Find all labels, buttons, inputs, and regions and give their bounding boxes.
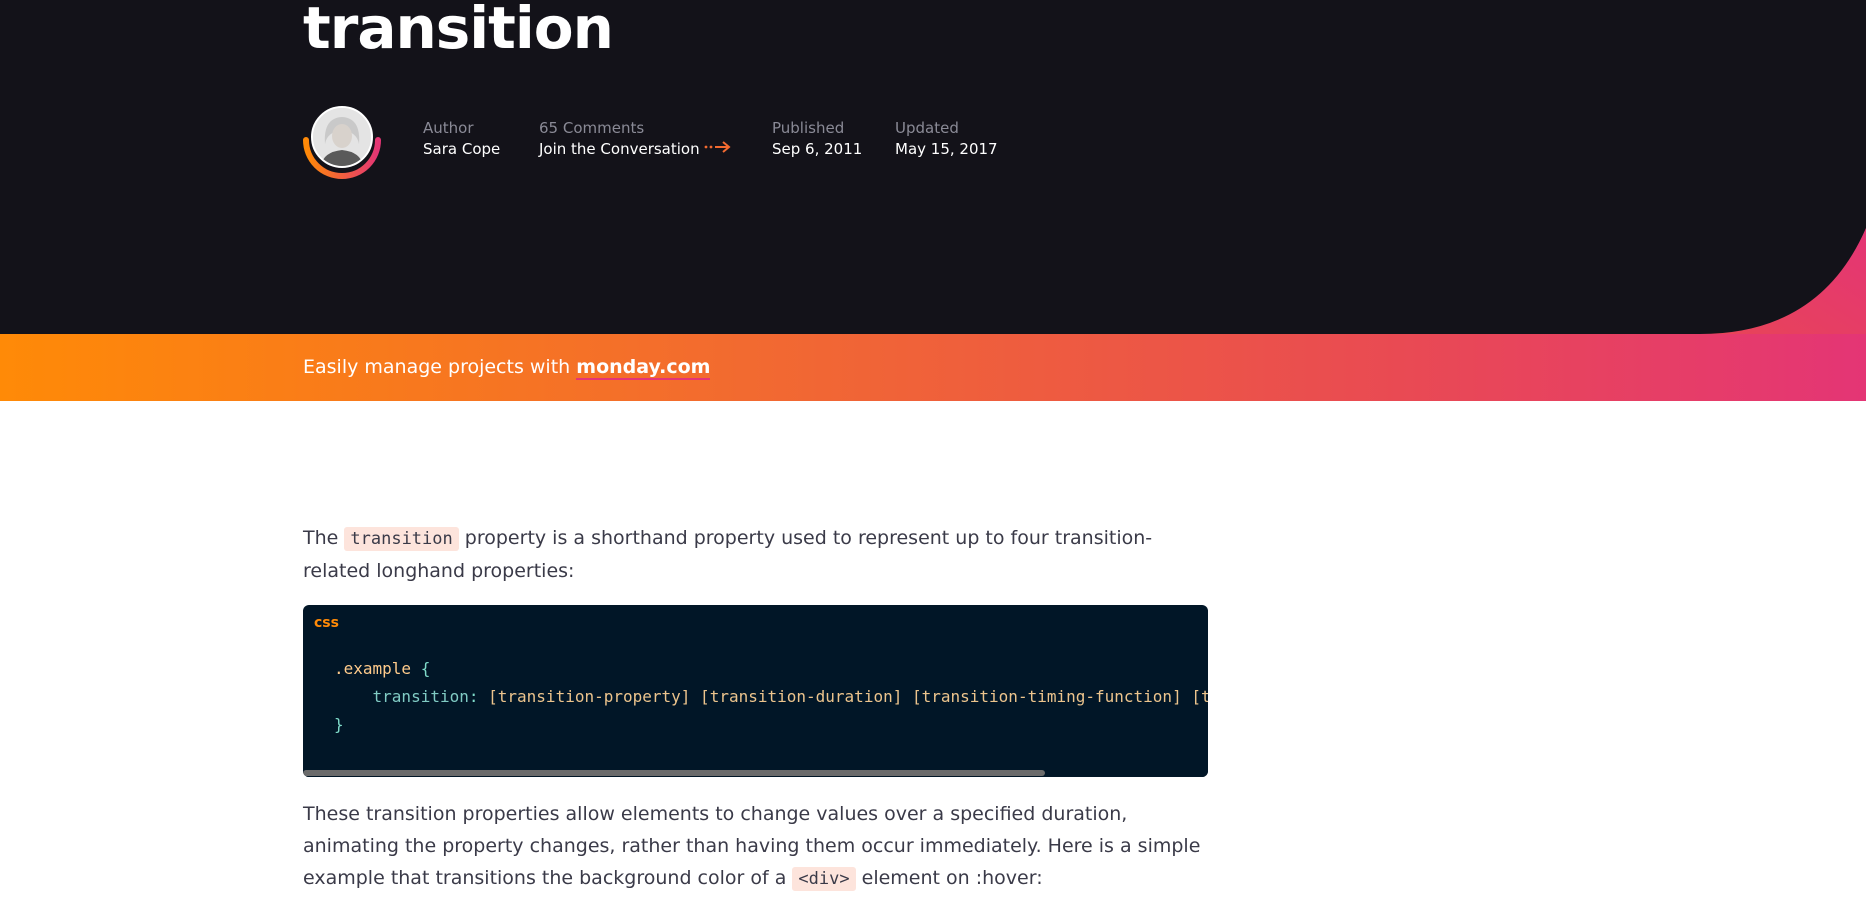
- code-property: transition: [372, 687, 469, 706]
- join-conversation-link[interactable]: Join the Conversation: [539, 138, 732, 160]
- code-horizontal-scrollbar[interactable]: [303, 769, 1208, 777]
- updated-label: Updated: [895, 119, 959, 137]
- article-intro-paragraph: The transition property is a shorthand p…: [303, 522, 1208, 587]
- code-scrollbar-thumb[interactable]: [303, 770, 1046, 776]
- published-date: Sep 6, 2011: [772, 140, 863, 158]
- author-label: Author: [423, 119, 474, 137]
- sponsor-link[interactable]: monday.com: [576, 356, 711, 380]
- code-content: .example { transition: [transition-prope…: [334, 655, 1208, 739]
- code-close-brace: }: [334, 715, 344, 734]
- avatar-photo-icon: [313, 108, 371, 166]
- comments-count: 65 Comments: [539, 119, 645, 137]
- comments-meta: 65 Comments Join the Conversation: [539, 118, 732, 160]
- sponsor-lead: Easily manage projects with: [303, 356, 571, 378]
- join-conversation-label: Join the Conversation: [539, 140, 700, 158]
- code-value: [transition-property] [transition-durati…: [488, 687, 1208, 706]
- inline-code-div: <div>: [792, 867, 856, 891]
- published-meta: Published Sep 6, 2011: [772, 118, 862, 160]
- intro-text-start: The: [303, 527, 339, 549]
- updated-date: May 15, 2017: [895, 140, 998, 158]
- page-title: transition: [303, 0, 614, 62]
- dotted-arrow-right-icon: [704, 141, 731, 153]
- code-colon: :: [468, 687, 479, 706]
- code-block: css .example { transition: [transition-p…: [303, 605, 1208, 777]
- hero-corner-curve: [1700, 228, 1866, 334]
- article-second-paragraph: These transition properties allow elemen…: [303, 798, 1208, 895]
- inline-code-transition: transition: [344, 527, 459, 551]
- sponsor-text: Easily manage projects with monday.com: [303, 356, 711, 380]
- code-open-brace: {: [411, 659, 431, 678]
- second-text-end: element on :hover:: [861, 867, 1043, 889]
- avatar: [311, 106, 373, 168]
- author-name[interactable]: Sara Cope: [423, 138, 500, 160]
- updated-meta: Updated May 15, 2017: [895, 118, 998, 160]
- sponsor-banner[interactable]: Easily manage projects with monday.com: [0, 334, 1866, 401]
- author-avatar[interactable]: [302, 104, 384, 180]
- published-label: Published: [772, 119, 845, 137]
- author-meta: Author Sara Cope: [423, 118, 500, 160]
- code-selector: .example: [334, 659, 412, 678]
- article-hero: transition Author Sara Cope 65 Comments: [0, 0, 1866, 334]
- code-language-label: css: [314, 615, 339, 631]
- second-text-start: These transition properties allow elemen…: [303, 803, 1201, 889]
